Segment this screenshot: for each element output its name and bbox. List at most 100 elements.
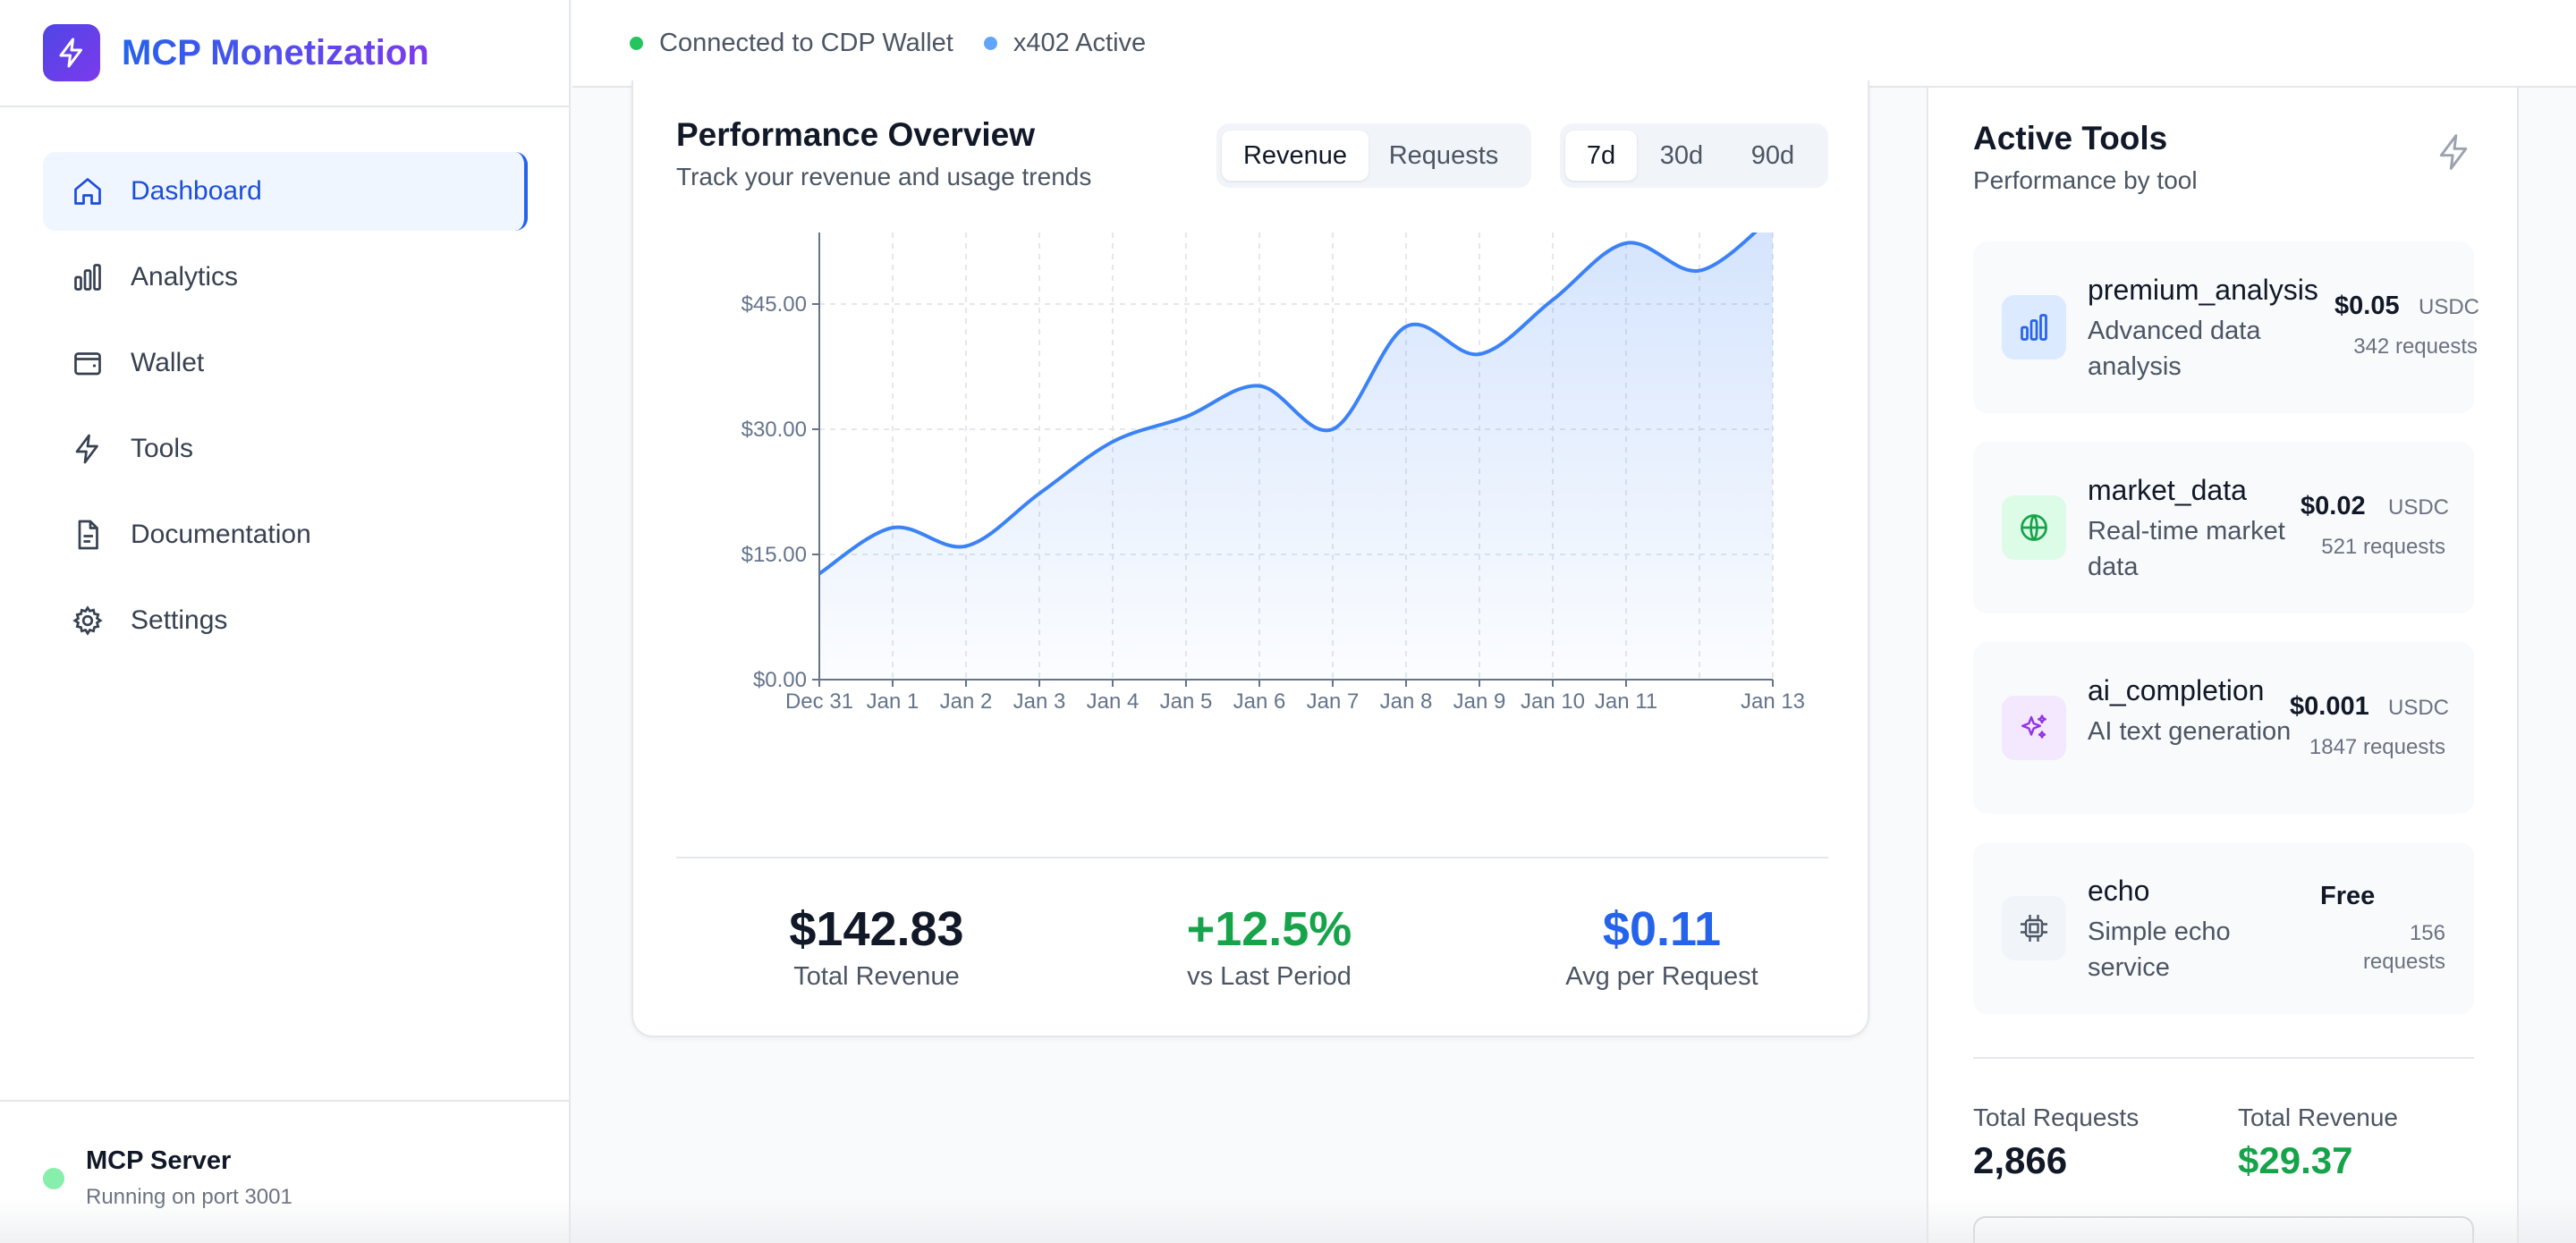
performance-subtitle: Track your revenue and usage trends	[676, 163, 1092, 190]
server-status: MCP Server Running on port 3001	[0, 1100, 569, 1243]
sidebar-item-documentation[interactable]: Documentation	[43, 495, 526, 574]
stat-label: Avg per Request	[1565, 962, 1758, 991]
tool-unit: USDC	[2388, 495, 2450, 520]
tools-divider	[1973, 1057, 2474, 1059]
x-tick-label: Jan 7	[1307, 689, 1360, 714]
x402-status: x402 Active	[983, 28, 1147, 58]
tool-name: ai_completion	[2088, 674, 2265, 706]
wallet-status: Connected to CDP Wallet	[630, 29, 953, 58]
total-revenue-label: Total Revenue	[2238, 1103, 2399, 1131]
tool-description: AI text generation	[2088, 717, 2292, 746]
y-tick-label: $45.00	[741, 292, 807, 317]
bar-chart-icon	[74, 264, 101, 291]
revenue-area-fill	[819, 233, 1773, 680]
stat-label: vs Last Period	[1187, 962, 1352, 991]
sidebar-item-analytics[interactable]: Analytics	[43, 238, 526, 317]
tool-card-market-data[interactable]: market_data Real-time market data $0.02 …	[1973, 442, 2474, 613]
sidebar-item-dashboard[interactable]: Dashboard	[43, 152, 528, 231]
tool-description: Real-time market data	[2088, 517, 2285, 581]
x-tick-label: Dec 31	[785, 689, 853, 714]
sidebar-item-label: Documentation	[131, 520, 311, 549]
server-title: MCP Server	[86, 1146, 232, 1175]
total-requests: Total Requests 2,866	[1973, 1103, 2139, 1182]
sparkles-icon	[2002, 696, 2066, 760]
tool-requests: 521 requests	[2321, 535, 2445, 559]
x-tick-label: Jan 10	[1521, 689, 1585, 714]
x-tick-label: Jan 6	[1233, 689, 1286, 714]
sidebar-item-label: Tools	[131, 434, 194, 463]
stats-divider	[676, 857, 1828, 858]
y-tick-label: $0.00	[753, 668, 807, 692]
total-requests-label: Total Requests	[1973, 1103, 2140, 1131]
tool-price: Free	[2320, 882, 2376, 910]
revenue-chart: $0.00$15.00$30.00$45.00$60.00Dec 31Jan 1…	[741, 233, 1805, 714]
total-revenue-value: $29.37	[2238, 1139, 2353, 1181]
range-30d[interactable]: 30d	[1637, 131, 1726, 181]
bar-chart-icon	[2002, 295, 2066, 359]
x-tick-label: Jan 9	[1453, 689, 1506, 714]
brand-header: MCP Monetization	[0, 0, 569, 107]
tool-price: $0.02	[2301, 492, 2366, 520]
server-subtitle: Running on port 3001	[86, 1185, 292, 1209]
metric-toggle: Revenue Requests	[1216, 123, 1531, 188]
stat-value: +12.5%	[1186, 902, 1352, 956]
range-90d[interactable]: 90d	[1726, 131, 1819, 181]
tool-requests: 342 requests	[2353, 334, 2478, 359]
x-tick-label: Jan 2	[940, 689, 993, 714]
bolt-icon	[75, 434, 98, 464]
tool-card-echo[interactable]: echo Simple echo service Free 156 reques…	[1973, 842, 2474, 1014]
wallet-status-label: Connected to CDP Wallet	[659, 28, 953, 57]
x402-status-label: x402 Active	[1013, 28, 1147, 57]
stat-total-revenue: $142.83 Total Revenue	[680, 901, 1073, 992]
document-icon	[78, 520, 98, 550]
y-tick-label: $30.00	[741, 418, 807, 442]
tab-revenue[interactable]: Revenue	[1222, 131, 1368, 181]
x-tick-label: Jan 11	[1595, 689, 1657, 714]
tool-card-premium-analysis[interactable]: premium_analysis Advanced data analysis …	[1973, 241, 2479, 413]
x-tick-label: Jan 8	[1380, 689, 1433, 714]
manage-tools-button[interactable]	[1973, 1216, 2474, 1243]
tool-name: market_data	[2088, 474, 2247, 506]
tools-title: Active Tools	[1973, 120, 2168, 156]
sidebar-item-tools[interactable]: Tools	[43, 410, 526, 488]
bolt-logo-icon[interactable]	[43, 24, 100, 81]
tab-requests[interactable]: Requests	[1368, 131, 1519, 181]
range-7d[interactable]: 7d	[1565, 131, 1637, 181]
stat-avg-per-request: $0.11 Avg per Request	[1465, 901, 1859, 992]
x-tick-label: Jan 3	[1013, 689, 1066, 714]
x-tick-label: Jan 5	[1160, 689, 1213, 714]
tool-price: $0.001	[2290, 692, 2369, 721]
total-requests-value: 2,866	[1973, 1139, 2068, 1181]
tool-name: premium_analysis	[2088, 274, 2318, 306]
app-title[interactable]: MCP Monetization	[122, 33, 429, 73]
tools-subtitle: Performance by tool	[1973, 166, 2198, 194]
sidebar-item-label: Wallet	[131, 348, 205, 377]
x-tick-label: Jan 13	[1741, 689, 1805, 714]
stat-value: $0.11	[1602, 902, 1722, 956]
sidebar-item-settings[interactable]: Settings	[43, 581, 526, 660]
stat-value: $142.83	[789, 902, 964, 956]
bolt-icon	[2439, 134, 2468, 170]
sidebar-item-label: Dashboard	[131, 176, 262, 206]
tool-card-ai-completion[interactable]: ai_completion AI text generation $0.001 …	[1973, 642, 2474, 814]
tool-requests: 1847 requests	[2309, 735, 2445, 759]
x402-status-dot	[983, 36, 997, 50]
tool-description: Advanced data analysis	[2088, 317, 2261, 381]
tool-price: $0.05	[2334, 292, 2400, 320]
sidebar-item-wallet[interactable]: Wallet	[43, 324, 526, 402]
wallet-icon	[74, 352, 101, 376]
active-tools-panel: Active Tools Performance by tool premium…	[1927, 88, 2519, 1243]
tool-description: Simple echo service	[2088, 917, 2231, 982]
gear-icon	[72, 605, 103, 636]
sidebar: MCP Monetization Dashboard Analytics Wal…	[0, 0, 571, 1243]
total-revenue: Total Revenue $29.37	[2238, 1103, 2398, 1182]
topbar: Connected to CDP Wallet x402 Active	[572, 0, 2576, 88]
chip-icon	[2002, 896, 2066, 960]
wallet-status-dot	[630, 36, 643, 50]
sidebar-nav: Dashboard Analytics Wallet Tools Documen…	[0, 107, 569, 660]
stat-label: Total Revenue	[793, 962, 960, 991]
x-tick-label: Jan 4	[1087, 689, 1140, 714]
tool-unit: USDC	[2419, 295, 2480, 319]
performance-card: Performance Overview Track your revenue …	[631, 80, 1869, 1037]
range-toggle: 7d 30d 90d	[1560, 123, 1828, 188]
